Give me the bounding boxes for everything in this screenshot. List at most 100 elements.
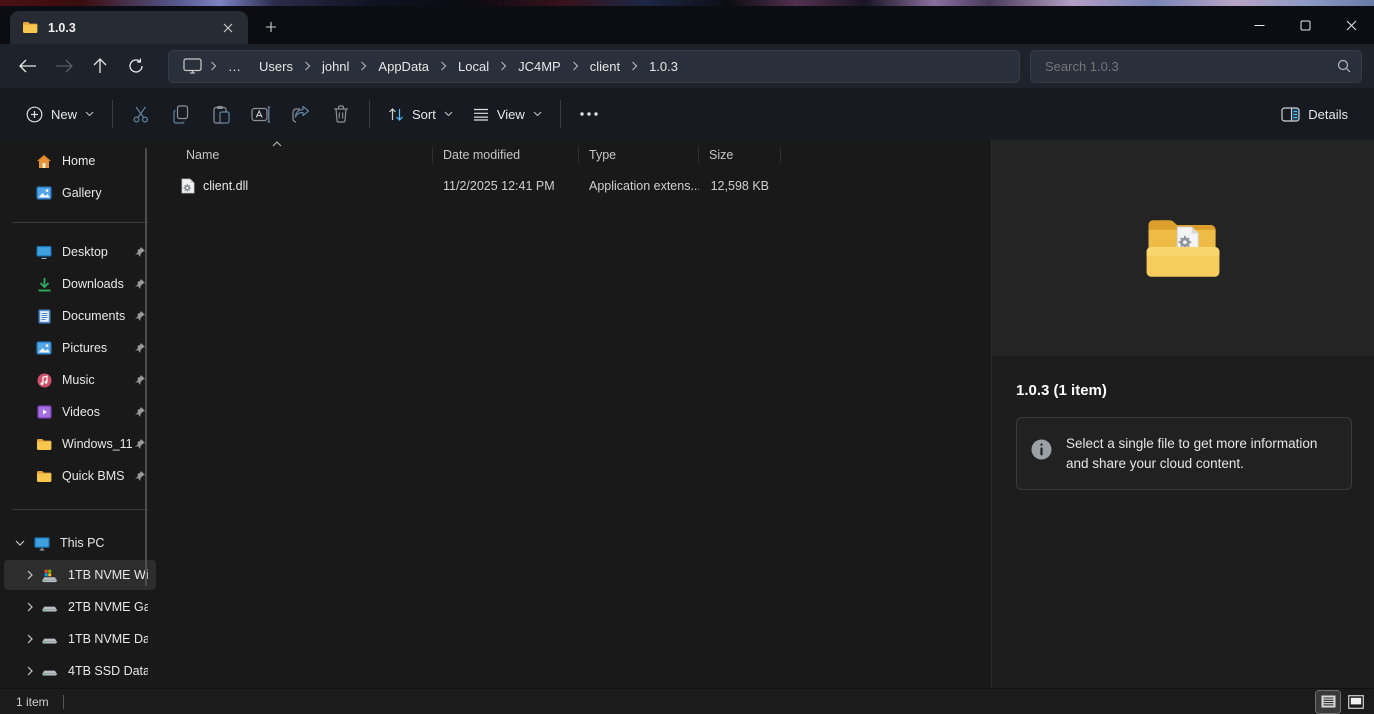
- rename-button[interactable]: [241, 96, 281, 132]
- new-tab-button[interactable]: [258, 14, 284, 40]
- chevron-right-icon: [570, 61, 581, 71]
- address-bar[interactable]: … Users johnl AppData Local JC4MP client…: [168, 50, 1020, 83]
- sort-button-label: Sort: [412, 107, 436, 122]
- sidebar-item-pictures[interactable]: Pictures: [4, 333, 156, 363]
- copy-button[interactable]: [161, 96, 201, 132]
- sidebar-item-documents[interactable]: Documents: [4, 301, 156, 331]
- sidebar-item-label: Home: [62, 154, 156, 168]
- details-view-toggle[interactable]: [1316, 691, 1340, 713]
- sort-icon: [388, 106, 404, 123]
- share-button[interactable]: [281, 96, 321, 132]
- sidebar-item-windows11-folder[interactable]: Windows_11: [4, 429, 156, 459]
- view-button[interactable]: View: [463, 99, 552, 130]
- downloads-icon: [36, 276, 52, 292]
- delete-button[interactable]: [321, 96, 361, 132]
- column-header-type[interactable]: Type: [579, 147, 699, 163]
- chevron-right-icon: [498, 61, 509, 71]
- sidebar-item-label: 1TB NVME Dat: [68, 632, 148, 646]
- file-name-cell[interactable]: client.dll: [160, 178, 433, 194]
- main-area: Home Gallery Desktop Download: [0, 140, 1374, 688]
- close-button[interactable]: [1328, 6, 1374, 44]
- maximize-button[interactable]: [1282, 6, 1328, 44]
- column-headers: Name Date modified Type Size: [160, 142, 991, 168]
- breadcrumb-users[interactable]: Users: [250, 55, 302, 78]
- explorer-tab[interactable]: 1.0.3: [10, 11, 248, 44]
- sidebar-item-drive-1tb-nvme-data[interactable]: 1TB NVME Dat: [4, 624, 156, 654]
- plus-circle-icon: [26, 106, 43, 123]
- file-date-cell: 11/2/2025 12:41 PM: [433, 179, 579, 193]
- status-bar: 1 item: [0, 688, 1374, 714]
- search-input[interactable]: [1045, 59, 1337, 74]
- drive-icon: [42, 631, 58, 647]
- breadcrumb-current[interactable]: 1.0.3: [640, 55, 687, 78]
- window-controls: [1236, 6, 1374, 44]
- sidebar-item-drive-2tb-nvme[interactable]: 2TB NVME Gam: [4, 592, 156, 622]
- cut-button[interactable]: [121, 96, 161, 132]
- minimize-button[interactable]: [1236, 6, 1282, 44]
- paste-button[interactable]: [201, 96, 241, 132]
- sidebar-item-videos[interactable]: Videos: [4, 397, 156, 427]
- sort-ascending-icon: [272, 136, 282, 150]
- sidebar-item-gallery[interactable]: Gallery: [4, 178, 156, 208]
- breadcrumb-ellipsis[interactable]: …: [219, 55, 250, 78]
- column-header-date-modified[interactable]: Date modified: [433, 147, 579, 163]
- view-icon: [473, 108, 489, 121]
- chevron-down-icon: [444, 111, 453, 117]
- breadcrumb-johnl[interactable]: johnl: [313, 55, 358, 78]
- breadcrumb-client[interactable]: client: [581, 55, 629, 78]
- tab-title: 1.0.3: [48, 21, 216, 35]
- breadcrumb-local[interactable]: Local: [449, 55, 498, 78]
- sidebar-item-label: 1TB NVME Win: [68, 568, 148, 582]
- command-toolbar: New Sort: [0, 88, 1374, 140]
- toolbar-divider: [560, 100, 561, 128]
- videos-icon: [36, 404, 52, 420]
- new-button-label: New: [51, 107, 77, 122]
- sidebar-item-drive-1tb-nvme-win[interactable]: 1TB NVME Win: [4, 560, 156, 590]
- home-icon: [36, 153, 52, 169]
- this-pc-icon: [34, 535, 50, 551]
- sidebar-scrollbar[interactable]: [145, 148, 147, 586]
- column-header-size[interactable]: Size: [699, 147, 781, 163]
- chevron-right-icon[interactable]: [22, 631, 38, 647]
- details-pane-button[interactable]: Details: [1271, 99, 1358, 130]
- breadcrumb-appdata[interactable]: AppData: [369, 55, 438, 78]
- preview-title: 1.0.3 (1 item): [992, 356, 1374, 399]
- forward-button[interactable]: [46, 49, 82, 83]
- info-icon: [1031, 439, 1052, 460]
- sidebar-item-label: Windows_11: [62, 437, 134, 451]
- column-label: Name: [186, 148, 219, 162]
- this-pc-icon[interactable]: [183, 58, 202, 74]
- sidebar-item-drive-4tb-ssd[interactable]: 4TB SSD Data (: [4, 656, 156, 686]
- sidebar-item-home[interactable]: Home: [4, 146, 156, 176]
- up-button[interactable]: [82, 49, 118, 83]
- chevron-right-icon[interactable]: [22, 663, 38, 679]
- drive-icon: [42, 599, 58, 615]
- sidebar-item-label: Videos: [62, 405, 134, 419]
- folder-icon: [22, 21, 38, 34]
- chevron-down-icon[interactable]: [12, 535, 28, 551]
- sort-button[interactable]: Sort: [378, 98, 463, 131]
- file-row-client-dll[interactable]: client.dll 11/2/2025 12:41 PM Applicatio…: [160, 172, 991, 200]
- sidebar-item-desktop[interactable]: Desktop: [4, 237, 156, 267]
- chevron-right-icon[interactable]: [22, 567, 38, 583]
- large-icons-view-toggle[interactable]: [1344, 691, 1368, 713]
- breadcrumb-jc4mp[interactable]: JC4MP: [509, 55, 570, 78]
- sidebar-item-downloads[interactable]: Downloads: [4, 269, 156, 299]
- chevron-right-icon[interactable]: [22, 599, 38, 615]
- details-pane: 1.0.3 (1 item) Select a single file to g…: [991, 140, 1374, 688]
- file-size-cell: 12,598 KB: [699, 179, 781, 193]
- column-label: Date modified: [443, 148, 520, 162]
- sidebar-item-quickbms-folder[interactable]: Quick BMS: [4, 461, 156, 491]
- more-options-button[interactable]: [569, 96, 609, 132]
- new-button[interactable]: New: [16, 98, 104, 131]
- sidebar-item-label: 4TB SSD Data (: [68, 664, 148, 678]
- refresh-button[interactable]: [118, 49, 154, 83]
- search-box[interactable]: [1030, 50, 1362, 83]
- sidebar-item-this-pc[interactable]: This PC: [4, 528, 156, 558]
- sidebar-item-music[interactable]: Music: [4, 365, 156, 395]
- search-icon[interactable]: [1337, 59, 1351, 73]
- item-count: 1 item: [16, 695, 49, 709]
- column-header-name[interactable]: Name: [160, 147, 433, 163]
- back-button[interactable]: [10, 49, 46, 83]
- tab-close-icon[interactable]: [216, 16, 240, 40]
